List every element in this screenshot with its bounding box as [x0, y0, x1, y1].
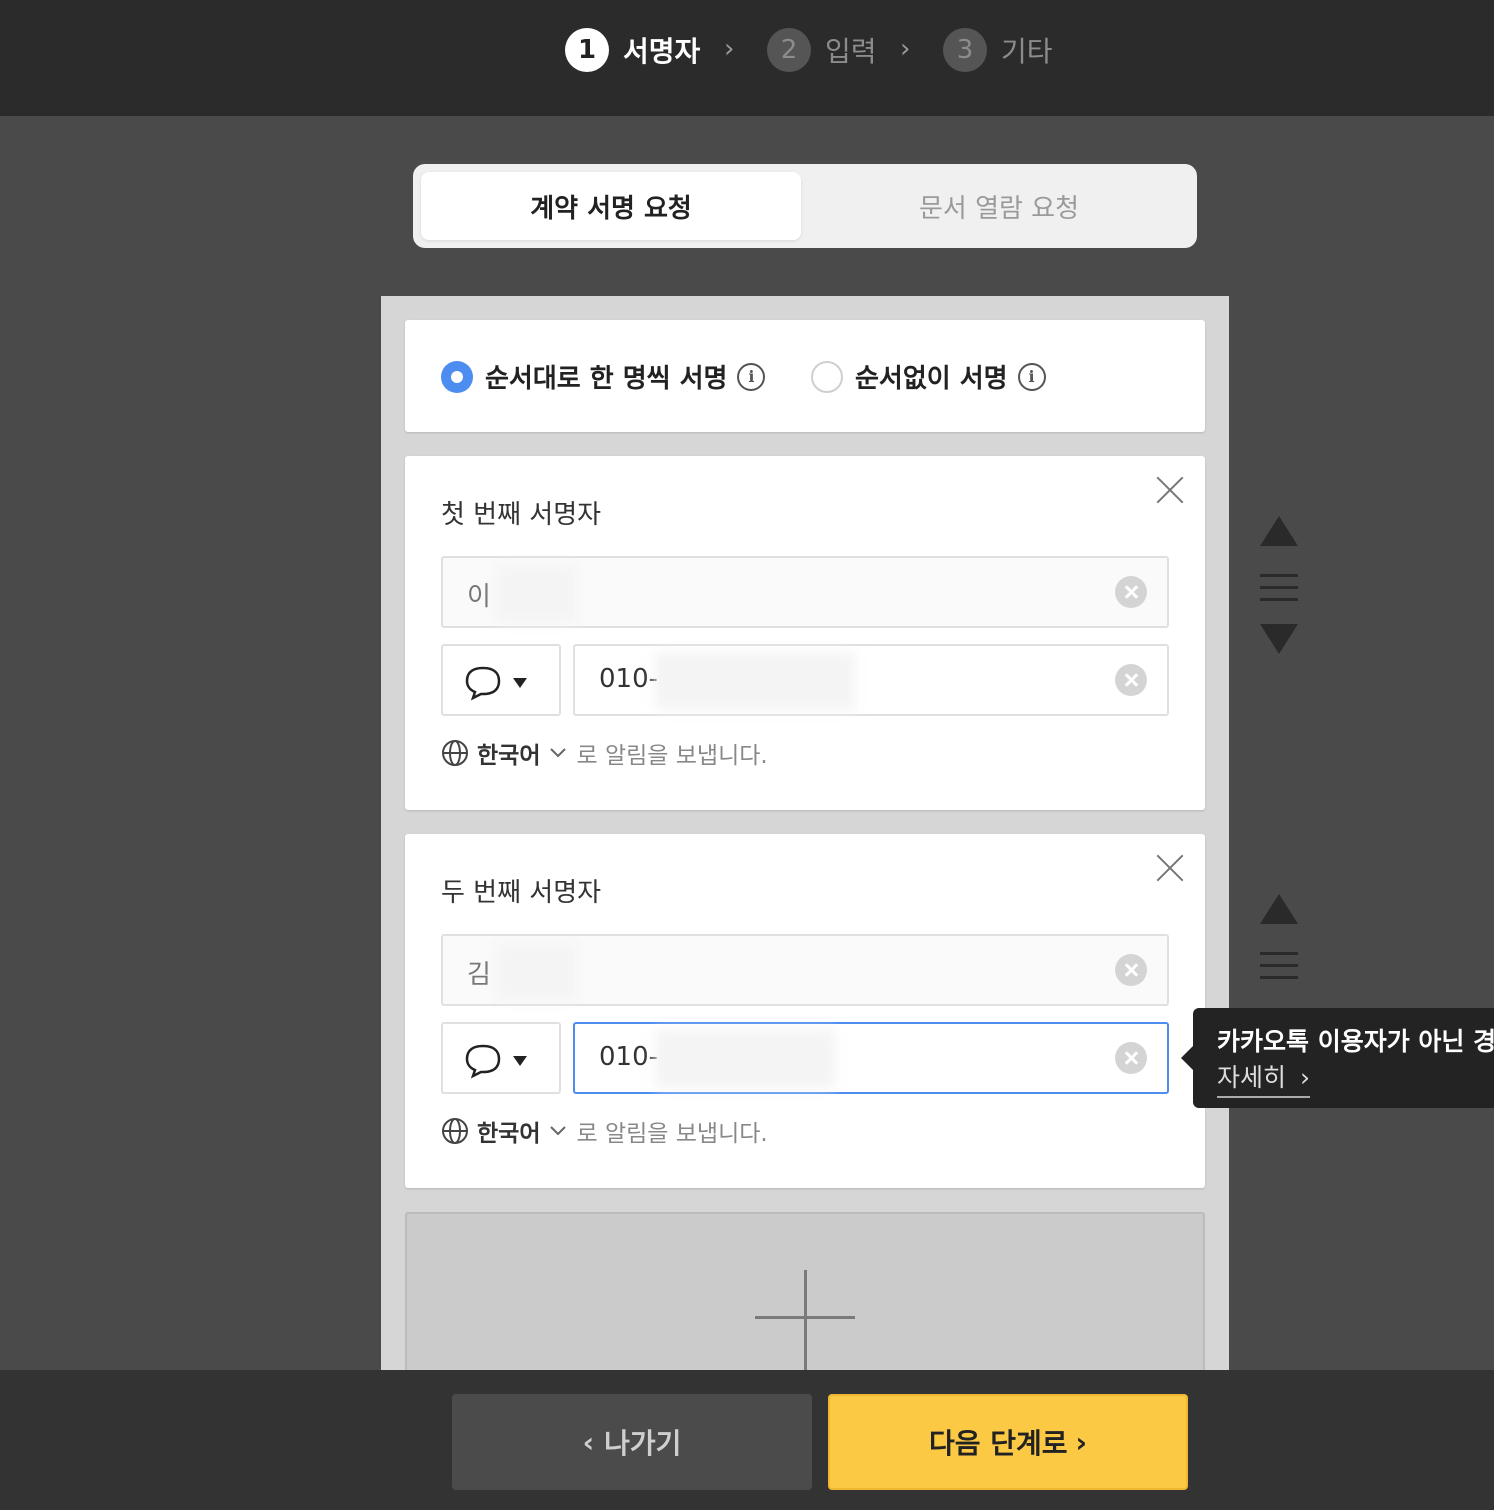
- step-number: 1: [565, 28, 609, 72]
- tab-contract-sign[interactable]: 계약 서명 요청: [421, 172, 801, 240]
- radio-label: 순서없이 서명: [855, 364, 1008, 394]
- chevron-right-icon: ›: [900, 34, 911, 64]
- step-number: 2: [767, 28, 811, 72]
- clear-input-icon[interactable]: [1115, 1042, 1147, 1074]
- radio-label: 순서대로 한 명씩 서명: [485, 364, 728, 394]
- info-icon[interactable]: i: [1017, 362, 1046, 391]
- tooltip-link-label: 자세히: [1217, 1063, 1287, 1092]
- radio-selected-icon[interactable]: [441, 360, 473, 393]
- radio-parallel[interactable]: 순서없이 서명 i: [811, 358, 1046, 395]
- step-label: 서명자: [623, 35, 701, 68]
- reorder-controls-2: [1260, 894, 1298, 980]
- move-up-icon[interactable]: [1260, 516, 1298, 546]
- clear-input-icon[interactable]: [1115, 954, 1147, 986]
- speech-bubble-icon: [465, 666, 527, 701]
- signer-title: 첫 번째 서명자: [441, 500, 602, 530]
- step-1[interactable]: 1 서명자: [565, 28, 700, 72]
- chevron-right-icon: ›: [1075, 1425, 1088, 1459]
- redacted-area: [655, 652, 855, 710]
- globe-icon: [442, 1118, 468, 1144]
- phone-value: 010-: [599, 1042, 659, 1072]
- notify-text: 로 알림을 보냅니다.: [576, 1121, 768, 1147]
- exit-button[interactable]: ‹ 나가기: [452, 1394, 812, 1490]
- next-step-button[interactable]: 다음 단계로 ›: [828, 1394, 1188, 1490]
- move-down-icon[interactable]: [1260, 624, 1298, 654]
- signer-phone-input[interactable]: 010-: [573, 1022, 1169, 1094]
- notify-text: 로 알림을 보냅니다.: [576, 743, 768, 769]
- step-3[interactable]: 3 기타: [943, 28, 1053, 72]
- drag-handle-icon[interactable]: [1260, 952, 1298, 980]
- notify-channel-select[interactable]: [441, 644, 561, 716]
- redacted-area: [497, 566, 577, 622]
- sign-order-card: 순서대로 한 명씩 서명 i 순서없이 서명 i: [405, 320, 1205, 432]
- step-label: 기타: [1001, 35, 1053, 68]
- add-signer-button[interactable]: [405, 1212, 1205, 1382]
- step-label: 입력: [825, 35, 877, 68]
- plus-icon-bar: [755, 1316, 855, 1319]
- radio-unselected-icon[interactable]: [811, 360, 843, 393]
- stepper-bar: 1 서명자 › 2 입력 › 3 기타: [0, 0, 1494, 116]
- move-up-icon[interactable]: [1260, 894, 1298, 924]
- signer-name-input[interactable]: 김: [441, 934, 1169, 1006]
- step-number: 3: [943, 28, 987, 72]
- language-row: 한국어 로 알림을 보냅니다.: [441, 736, 768, 770]
- tooltip-text: 카카오톡 이용자가 아닌 경: [1217, 1027, 1494, 1056]
- signer-card-2: 두 번째 서명자 김 010- 한국어 로 알림을 보냅니다.: [405, 834, 1205, 1188]
- chevron-down-icon[interactable]: [548, 1124, 568, 1138]
- chevron-down-icon[interactable]: [548, 746, 568, 760]
- kakao-tooltip: 카카오톡 이용자가 아닌 경 자세히 ›: [1181, 1008, 1494, 1108]
- signer-card-1: 첫 번째 서명자 이 010- 한국어 로 알림을 보냅니다.: [405, 456, 1205, 810]
- clear-input-icon[interactable]: [1115, 576, 1147, 608]
- step-2[interactable]: 2 입력: [767, 28, 877, 72]
- name-value: 이: [467, 582, 491, 612]
- remove-signer-icon[interactable]: [1155, 852, 1185, 882]
- tooltip-more-link[interactable]: 자세히 ›: [1217, 1058, 1310, 1098]
- plus-icon: [804, 1270, 807, 1370]
- next-label: 다음 단계로: [928, 1427, 1068, 1460]
- request-type-tabs: 계약 서명 요청 문서 열람 요청: [413, 164, 1197, 248]
- chevron-right-icon: ›: [1299, 1063, 1310, 1092]
- reorder-controls-1: [1260, 516, 1298, 654]
- clear-input-icon[interactable]: [1115, 664, 1147, 696]
- signer-phone-input[interactable]: 010-: [573, 644, 1169, 716]
- chevron-left-icon: ‹: [582, 1425, 595, 1459]
- redacted-area: [655, 1030, 835, 1088]
- phone-value: 010-: [599, 664, 659, 694]
- globe-icon: [442, 740, 468, 766]
- redacted-area: [497, 944, 577, 1000]
- chevron-right-icon: ›: [724, 34, 735, 64]
- language-select[interactable]: 한국어: [477, 1114, 540, 1148]
- notify-channel-select[interactable]: [441, 1022, 561, 1094]
- remove-signer-icon[interactable]: [1155, 474, 1185, 504]
- speech-bubble-icon: [465, 1044, 527, 1079]
- footer-bar: ‹ 나가기 다음 단계로 ›: [0, 1370, 1494, 1510]
- exit-label: 나가기: [604, 1427, 682, 1460]
- language-select[interactable]: 한국어: [477, 736, 540, 770]
- drag-handle-icon[interactable]: [1260, 574, 1298, 602]
- signer-name-input[interactable]: 이: [441, 556, 1169, 628]
- language-row: 한국어 로 알림을 보냅니다.: [441, 1114, 768, 1148]
- signer-title: 두 번째 서명자: [441, 878, 602, 908]
- radio-sequential[interactable]: 순서대로 한 명씩 서명 i: [441, 358, 766, 395]
- name-value: 김: [467, 960, 491, 990]
- tab-document-view[interactable]: 문서 열람 요청: [809, 172, 1189, 240]
- info-icon[interactable]: i: [737, 362, 766, 391]
